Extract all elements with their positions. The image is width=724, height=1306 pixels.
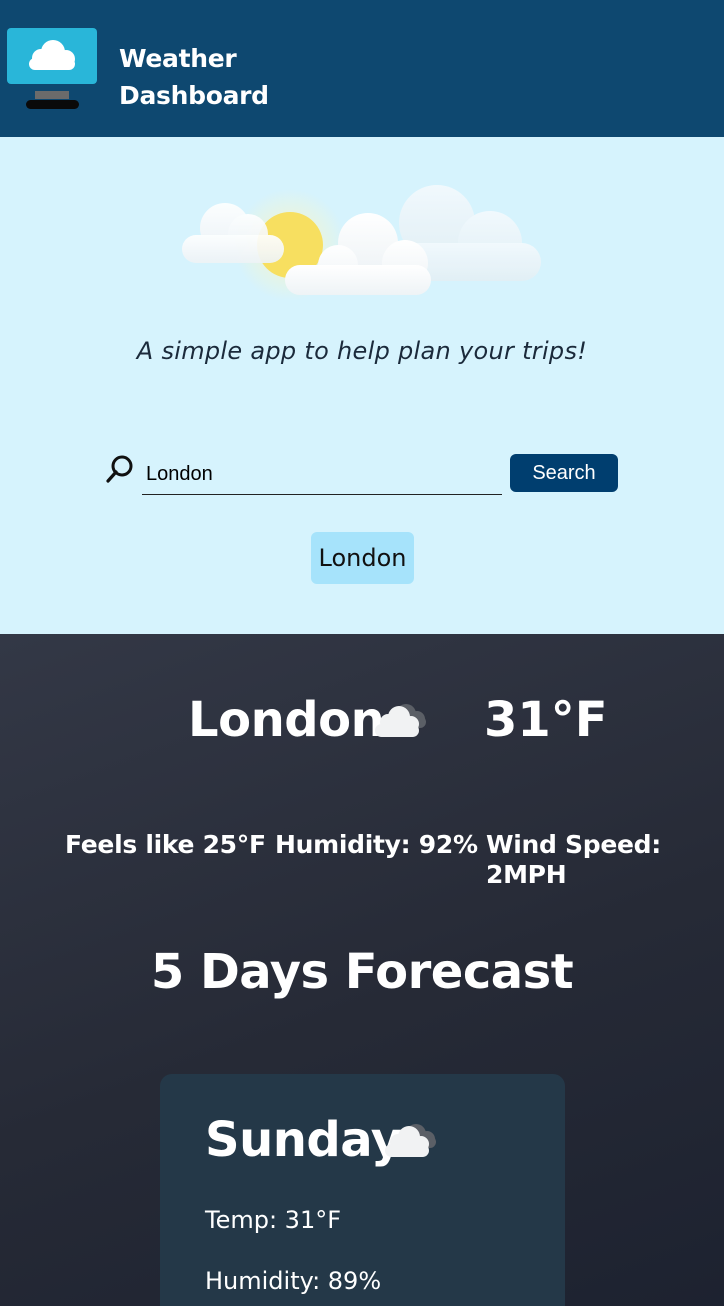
forecast-card: Sunday Temp: 31°F Humidity: 89%	[160, 1074, 565, 1306]
current-city: London	[188, 692, 385, 748]
app-title-line1: Weather	[119, 44, 237, 73]
app-title-line2: Dashboard	[119, 81, 269, 110]
current-temperature: 31°F	[484, 692, 608, 748]
app-header: Weather Dashboard	[0, 0, 724, 137]
forecast-title: 5 Days Forecast	[150, 944, 574, 1000]
search-icon	[105, 454, 135, 484]
cloud-icon	[372, 700, 428, 740]
app-title: Weather Dashboard	[119, 40, 269, 114]
current-humidity: Humidity: 92%	[275, 830, 478, 859]
weather-section: London 31°F Feels like 25°F Humidity: 92…	[0, 634, 724, 1306]
cloud-icon	[382, 1120, 438, 1160]
forecast-day: Sunday	[205, 1112, 402, 1168]
sun-clouds-icon	[180, 177, 546, 302]
forecast-temp: Temp: 31°F	[205, 1206, 342, 1234]
forecast-humidity: Humidity: 89%	[205, 1267, 382, 1295]
history-chip-london[interactable]: London	[311, 532, 414, 584]
hero-section: A simple app to help plan your trips! Se…	[0, 137, 724, 634]
tagline: A simple app to help plan your trips!	[136, 337, 588, 365]
wind-speed: Wind Speed: 2MPH	[486, 830, 661, 889]
search-button[interactable]: Search	[510, 454, 618, 492]
cloud-monitor-icon	[7, 28, 99, 112]
feels-like: Feels like 25°F	[65, 830, 266, 859]
search-input[interactable]	[142, 455, 502, 495]
